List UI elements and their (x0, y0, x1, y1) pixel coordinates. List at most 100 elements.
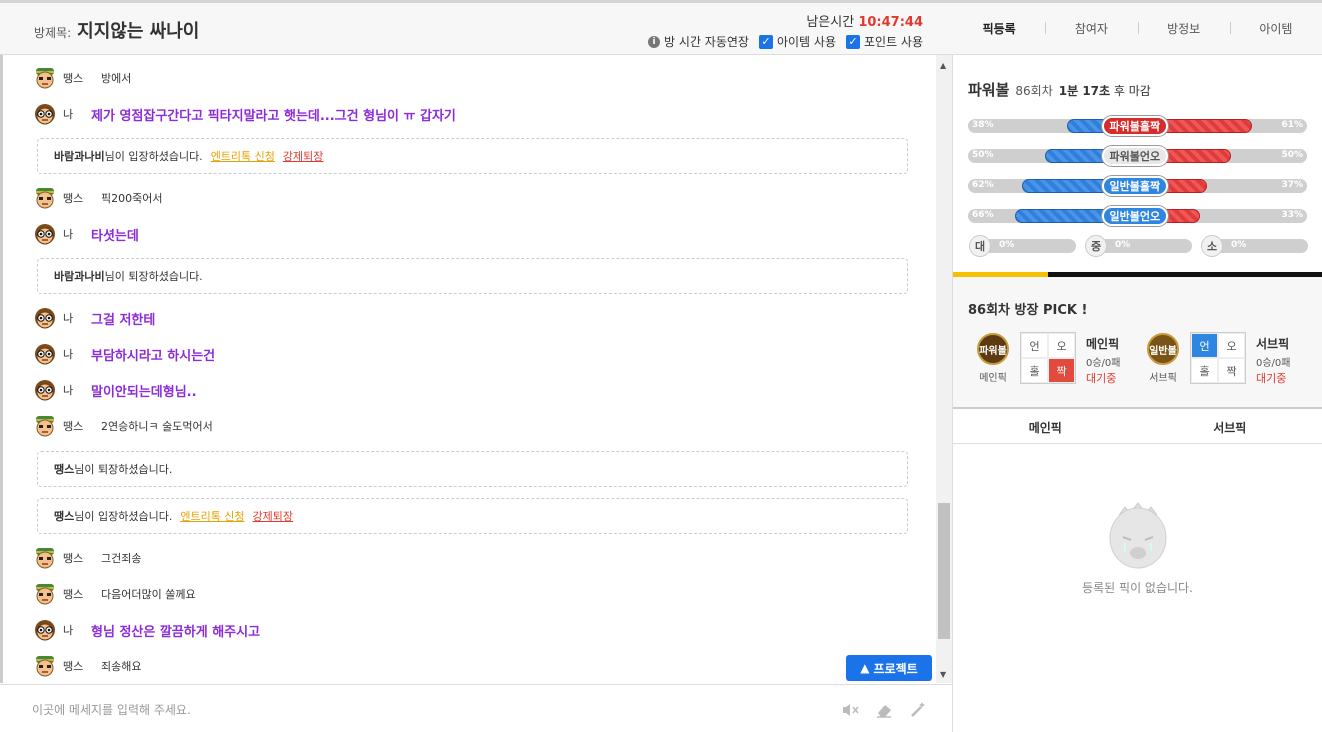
chat-message: 땡스 2연승하니ㅋ 술도먹어서 (33, 414, 213, 438)
avatar-icon[interactable] (33, 306, 57, 330)
sub-ball: 일반볼 서브픽 (1143, 333, 1183, 384)
message-text: 타셧는데 (91, 228, 139, 244)
tab-main-pick[interactable]: 메인픽 (953, 419, 1138, 436)
avatar-icon[interactable] (33, 222, 57, 246)
entry-talk-request-link[interactable]: 엔트리톡 신청 (211, 148, 275, 164)
panel-tabs: 픽등록 참여자 방정보 아이템 (953, 3, 1322, 55)
tab-items[interactable]: 아이템 (1229, 20, 1322, 37)
eraser-icon[interactable] (874, 700, 894, 720)
powerball-header: 파워볼 86회차 1분 17초 후 마감 (968, 79, 1151, 100)
chat-message-input[interactable] (32, 699, 812, 721)
main-ball: 파워볼 메인픽 (973, 333, 1013, 384)
avatar-icon[interactable] (33, 582, 57, 606)
sub-pick-info: 서브픽 0승/0패 대기중 (1256, 335, 1291, 386)
sub-pick-under[interactable]: 언 (1191, 333, 1218, 358)
chat-input-bar (0, 684, 953, 732)
tab-room-info[interactable]: 방정보 (1137, 20, 1230, 37)
powerball-title: 파워볼 (968, 81, 1010, 99)
room-title-label: 방제목: (34, 26, 72, 40)
message-nick[interactable]: 나 (63, 106, 91, 122)
avatar-icon[interactable] (33, 342, 57, 366)
main-pick-even[interactable]: 짝 (1048, 358, 1075, 383)
remaining-time: 남은시간 10:47:44 (806, 11, 923, 30)
sub-pick-over[interactable]: 오 (1218, 333, 1245, 358)
scrollbar-thumb[interactable] (938, 503, 950, 639)
tab-pick-register[interactable]: 픽등록 (953, 20, 1045, 37)
message-nick[interactable]: 나 (63, 310, 91, 326)
sub-pick-odd[interactable]: 홀 (1191, 358, 1218, 383)
sub-pick-grid: 언 오 홀 짝 (1190, 332, 1246, 384)
chat-message: 나 제가 영점잡구간다고 픽타지말라고 햇는데...그건 형님이 ㅠ 갑자기 (33, 102, 456, 126)
auto-extend-option[interactable]: i 방 시간 자동연장 (648, 33, 749, 50)
powerball-deadline: 1분 17초 후 마감 (1059, 82, 1151, 99)
stat-bar-label: 일반볼언오 (1101, 206, 1169, 226)
pick-title: 86회차 방장 PICK ! (968, 303, 1088, 318)
stat-bar-row: 62% 37% 일반볼홀짝 (968, 176, 1307, 196)
main-pick-odd[interactable]: 홀 (1021, 358, 1048, 383)
tab-participants[interactable]: 참여자 (1045, 20, 1137, 37)
project-button[interactable]: ▲ 프로젝트 (846, 655, 932, 681)
avatar-icon[interactable] (33, 66, 57, 90)
sub-pick-status: 대기중 (1256, 372, 1287, 385)
notice-text: 님이 입장하셨습니다. (104, 150, 203, 163)
system-notice: 땡스님이 입장하셨습니다. 엔트리톡 신청 강제퇴장 (37, 498, 908, 534)
checkbox-checked-icon: ✓ (758, 34, 773, 49)
main-ball-label: 메인픽 (979, 373, 1007, 384)
mute-icon[interactable] (840, 700, 860, 720)
stat-bar-row: 50% 50% 파워볼언오 (968, 146, 1307, 166)
system-notice: 바람과나비님이 퇴장하셨습니다. (37, 258, 908, 294)
avatar-icon[interactable] (33, 102, 57, 126)
message-text: 제가 영점잡구간다고 픽타지말라고 햇는데...그건 형님이 ㅠ 갑자기 (91, 108, 456, 124)
message-nick[interactable]: 땡스 (63, 190, 91, 206)
message-nick[interactable]: 나 (63, 382, 91, 398)
chat-message: 나 형님 정산은 깔끔하게 해주시고 (33, 618, 260, 642)
empty-text: 등록된 픽이 없습니다. (1082, 581, 1193, 595)
avatar-icon[interactable] (33, 378, 57, 402)
main-pick-under[interactable]: 언 (1021, 333, 1048, 358)
size-bar-pct: 0% (1115, 240, 1131, 250)
avatar-icon[interactable] (33, 618, 57, 642)
message-nick[interactable]: 땡스 (63, 550, 91, 566)
message-nick[interactable]: 땡스 (63, 658, 91, 674)
sub-pick-even[interactable]: 짝 (1218, 358, 1245, 383)
message-nick[interactable]: 땡스 (63, 70, 91, 86)
size-bar-row: 중 0% (1085, 235, 1192, 257)
message-text: 부담하시라고 하시는건 (91, 348, 216, 364)
scroll-down-arrow-icon[interactable]: ▼ (940, 670, 946, 679)
avatar-icon[interactable] (33, 186, 57, 210)
tab-sub-pick[interactable]: 서브픽 (1138, 419, 1322, 436)
room-title-area: 방제목: 지지않는 싸나이 (34, 17, 199, 43)
chat-message: 땡스 픽200죽어서 (33, 186, 162, 210)
magic-wand-icon[interactable] (908, 700, 928, 720)
avatar-icon[interactable] (33, 654, 57, 678)
main-pick-status: 대기중 (1086, 372, 1117, 385)
avatar-icon[interactable] (33, 546, 57, 570)
chat-message: 땡스 그건죄송 (33, 546, 141, 570)
chat-message: 나 말이안되는데형님.. (33, 378, 197, 402)
main-pick-over[interactable]: 오 (1048, 333, 1075, 358)
notice-text: 님이 입장하셨습니다. (74, 510, 173, 523)
message-nick[interactable]: 땡스 (63, 586, 91, 602)
message-nick[interactable]: 땡스 (63, 418, 91, 434)
deadline-suffix: 후 마감 (1113, 84, 1151, 98)
point-use-checkbox[interactable]: ✓ 포인트 사용 (845, 33, 923, 50)
message-text: 그건죄송 (101, 552, 142, 565)
chat-scrollbar[interactable]: ▲ ▼ (936, 55, 952, 683)
scroll-up-arrow-icon[interactable]: ▲ (940, 61, 946, 70)
item-use-checkbox[interactable]: ✓ 아이템 사용 (758, 33, 836, 50)
message-nick[interactable]: 나 (63, 622, 91, 638)
entry-talk-request-link[interactable]: 엔트리톡 신청 (180, 508, 244, 524)
size-bar-label: 소 (1201, 235, 1223, 257)
force-kick-link[interactable]: 강제퇴장 (283, 148, 323, 164)
stat-left-pct: 38% (972, 120, 994, 130)
size-bar-row: 대 0% (969, 235, 1076, 257)
sub-pick-name: 서브픽 (1256, 337, 1290, 351)
room-header: 방제목: 지지않는 싸나이 남은시간 10:47:44 i 방 시간 자동연장 … (0, 3, 953, 55)
stat-left-pct: 50% (972, 150, 994, 160)
message-nick[interactable]: 나 (63, 346, 91, 362)
message-nick[interactable]: 나 (63, 226, 91, 242)
force-kick-link[interactable]: 강제퇴장 (253, 508, 293, 524)
stat-right-pct: 37% (1281, 180, 1303, 190)
item-use-label: 아이템 사용 (776, 35, 836, 49)
avatar-icon[interactable] (33, 414, 57, 438)
